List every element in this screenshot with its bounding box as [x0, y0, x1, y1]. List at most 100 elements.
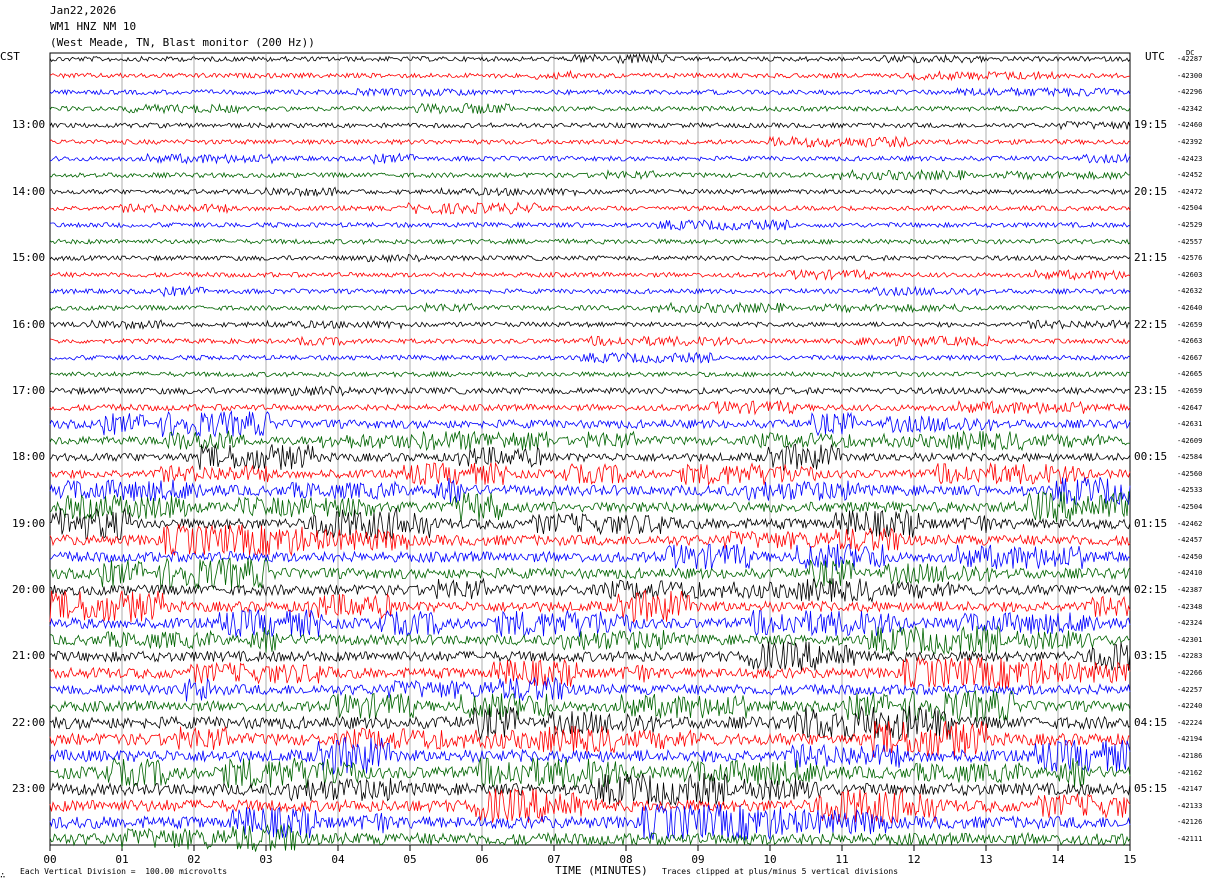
dc-offset-label: -42301 [1177, 635, 1203, 644]
dc-offset-label: -42348 [1177, 602, 1203, 611]
seismic-trace [49, 351, 1131, 364]
seismic-trace [49, 168, 1131, 181]
x-tick-label: 02 [187, 853, 201, 866]
x-tick-label: 01 [115, 853, 129, 866]
utc-hour-label: 23:15 [1134, 383, 1168, 397]
dc-offset-label: -42533 [1177, 486, 1203, 495]
utc-hour-label: 02:15 [1134, 583, 1168, 597]
dc-offset-label: -42296 [1177, 88, 1203, 97]
dc-offset-label: -42462 [1177, 519, 1203, 528]
x-tick-label: 14 [1051, 853, 1065, 866]
cst-hour-label: 21:00 [12, 649, 46, 663]
seismic-trace [49, 285, 1131, 298]
dc-offset-label: -42162 [1177, 768, 1203, 777]
dc-offset-label: -42472 [1177, 187, 1203, 196]
utc-hour-label: 19:15 [1134, 118, 1168, 132]
seismic-trace [50, 219, 1131, 231]
cst-hour-label: 18:00 [12, 450, 46, 464]
dc-offset-label: -42266 [1177, 669, 1203, 678]
x-tick-label: 06 [475, 853, 489, 866]
seismic-trace [49, 370, 1131, 378]
seismic-trace [49, 253, 1131, 264]
dc-offset-label: -42632 [1177, 287, 1203, 296]
utc-hour-label: 04:15 [1134, 715, 1168, 729]
dc-offset-label: -42147 [1177, 785, 1203, 794]
cst-hour-label: 23:00 [12, 782, 46, 796]
seismic-trace [49, 186, 1131, 198]
dc-offset-label: -42283 [1177, 652, 1203, 661]
dc-offset-label: -42410 [1177, 569, 1203, 578]
x-tick-label: 05 [403, 853, 417, 866]
dc-offset-label: -42460 [1177, 121, 1203, 130]
seismic-trace [49, 319, 1131, 331]
dc-offset-label: -42640 [1177, 303, 1203, 312]
x-tick-label: 00 [43, 853, 57, 866]
dc-offset-label: -42194 [1177, 735, 1203, 744]
cst-hour-label: 20:00 [12, 583, 46, 597]
seismic-trace [49, 655, 1131, 690]
x-tick-label: 10 [763, 853, 777, 866]
seismic-trace [49, 589, 1131, 623]
cst-hour-label: 13:00 [12, 118, 46, 132]
x-tick-label: 09 [691, 853, 705, 866]
seismic-trace [49, 491, 1131, 523]
cst-hour-label: 17:00 [12, 383, 46, 397]
dc-offset-label: -42647 [1177, 403, 1203, 412]
cst-hour-label: 16:00 [12, 317, 46, 331]
utc-hour-label: 21:15 [1134, 251, 1168, 265]
seismic-trace [49, 676, 1131, 702]
clip-note: Traces clipped at plus/minus 5 vertical … [662, 867, 899, 876]
seismic-trace [49, 461, 1131, 487]
seismic-trace [49, 334, 1131, 348]
cst-hour-label: 14:00 [12, 184, 46, 198]
dc-offset-label: -42529 [1177, 220, 1203, 229]
scale-note: Each Vertical Division = 100.00 microvol… [20, 867, 228, 876]
dc-offset-label: -42126 [1177, 818, 1203, 827]
cst-hour-label: 15:00 [12, 251, 46, 265]
dc-offset-label: -42392 [1177, 137, 1203, 146]
helicorder-plot [49, 52, 1131, 852]
dc-offset-label: -42609 [1177, 436, 1203, 445]
seismic-trace [49, 86, 1131, 98]
dc-offset-label: -42659 [1177, 386, 1203, 395]
seismic-trace [49, 385, 1131, 397]
dc-offset-label: -42287 [1177, 55, 1203, 63]
dc-offset-label: -42300 [1177, 71, 1203, 80]
seismic-trace [49, 523, 1131, 557]
utc-hour-label: 05:15 [1134, 782, 1168, 796]
dc-offset-label: -42504 [1177, 204, 1203, 213]
dc-offset-label: -42133 [1177, 801, 1203, 810]
dc-offset-label: -42111 [1177, 835, 1203, 843]
x-tick-label: 15 [1123, 853, 1137, 866]
dc-offset-label: -42631 [1177, 420, 1203, 429]
seismic-trace [49, 736, 1131, 775]
dc-offset-label: -42457 [1177, 536, 1203, 545]
seismic-trace [49, 69, 1131, 82]
cst-hour-label: 19:00 [12, 516, 46, 530]
corner-mark: ∴ [0, 871, 6, 881]
utc-hour-label: 22:15 [1134, 317, 1168, 331]
x-tick-label: 12 [907, 853, 921, 866]
seismic-trace [49, 787, 1131, 824]
dc-offset-label: -42450 [1177, 552, 1203, 561]
x-tick-label: 04 [331, 853, 345, 866]
seismic-trace [49, 410, 1131, 438]
dc-offset-label: -42257 [1177, 685, 1203, 694]
dc-offset-label: -42240 [1177, 702, 1203, 711]
dc-offset-label: -42324 [1177, 619, 1203, 628]
dc-offset-label: -42186 [1177, 752, 1203, 761]
dc-offset-label: -42224 [1177, 718, 1203, 727]
seismic-trace [49, 608, 1131, 637]
seismic-trace [49, 625, 1131, 655]
dc-offset-label: -42667 [1177, 353, 1203, 362]
seismic-trace [49, 53, 1131, 65]
seismic-trace [49, 152, 1131, 165]
x-tick-label: 03 [259, 853, 273, 866]
seismic-trace [49, 301, 1131, 314]
dc-offset-label: -42584 [1177, 453, 1203, 462]
dc-offset-label: -42663 [1177, 337, 1203, 346]
seismic-trace [49, 477, 1131, 506]
utc-hour-label: 03:15 [1134, 649, 1168, 663]
dc-offset-label: -42423 [1177, 154, 1203, 163]
seismic-trace [49, 399, 1131, 416]
